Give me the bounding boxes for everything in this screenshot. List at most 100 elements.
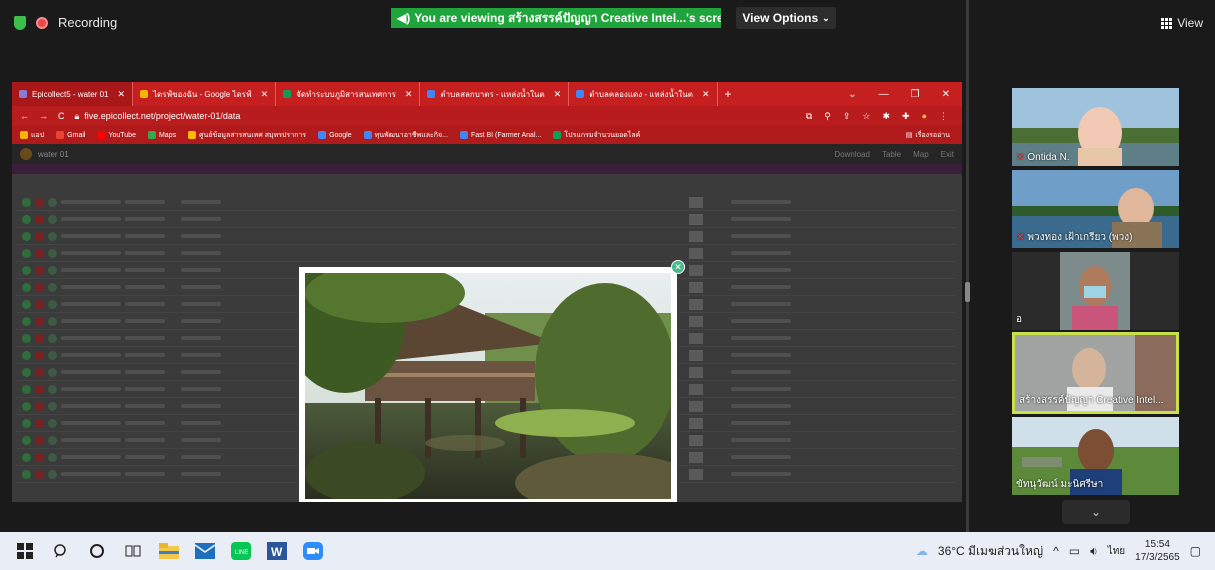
forward-icon[interactable]: → (39, 111, 48, 121)
file-explorer-icon[interactable] (158, 540, 180, 562)
bookmark-maps[interactable]: Maps (147, 131, 176, 139)
cell-placeholder (61, 370, 121, 374)
cell-placeholder (181, 336, 221, 340)
more-icon[interactable]: ⋮ (939, 111, 948, 122)
notifications-icon[interactable]: ▢ (1190, 544, 1201, 558)
close-icon[interactable]: ✕ (117, 89, 125, 100)
volume-icon[interactable]: 🔉︎ (1090, 544, 1098, 559)
view-button[interactable]: View (1161, 16, 1203, 30)
zoom-app-icon[interactable] (302, 540, 324, 562)
bookmark-gmail[interactable]: Gmail (56, 131, 85, 139)
cell-placeholder (61, 319, 121, 323)
participant-tile[interactable]: ✕ พวงทอง เฝ้าเกรียว (พวง) (1012, 170, 1179, 248)
cell-placeholder (731, 285, 791, 289)
clock[interactable]: 15:54 17/3/2565 (1135, 538, 1180, 564)
star-icon[interactable]: ☆ (862, 111, 870, 122)
edit-icon (48, 316, 57, 326)
tab-label: ตำบลคลองแดง - แหล่งน้ำในต (589, 89, 693, 99)
edit-icon (48, 452, 57, 462)
download-button[interactable]: Download (834, 150, 870, 159)
cell-placeholder (181, 387, 221, 391)
edit-icon (48, 469, 57, 479)
close-icon[interactable]: ✕ (261, 89, 269, 100)
bookmark-icon (188, 131, 197, 139)
cortana-icon[interactable] (86, 540, 108, 562)
chevron-down-icon[interactable]: ⌄ (848, 89, 856, 100)
edit-icon (48, 299, 57, 309)
browser-tab[interactable]: Epicollect5 - water 01 ✕ (12, 82, 134, 106)
close-icon[interactable]: ✕ (405, 89, 413, 100)
close-icon[interactable]: ✕ (702, 89, 710, 100)
bookmark-item[interactable]: ศูนย์ข้อมูลสารสนเทศ สมุทรปราการ (188, 130, 306, 141)
cell-placeholder (125, 336, 165, 340)
delete-icon (35, 197, 44, 207)
zoom-icon[interactable]: ⚲ (824, 111, 831, 122)
participant-tile[interactable]: ✕ Ontida N. (1012, 88, 1179, 166)
search-icon[interactable] (50, 540, 72, 562)
bookmark-apps[interactable]: แอป (20, 130, 44, 141)
view-options-button[interactable]: View Options ⌄ (736, 7, 836, 29)
recording-status[interactable]: Recording (14, 15, 117, 30)
url-text: five.epicollect.net/project/water-01/dat… (84, 111, 241, 121)
cell-placeholder (731, 472, 791, 476)
network-icon[interactable]: ▭ (1069, 544, 1080, 558)
task-view-icon[interactable] (122, 540, 144, 562)
browser-tab[interactable]: ตำบลสลกบาตร - แหล่งน้ำในต ✕ (420, 82, 570, 106)
profile-icon[interactable]: ● (922, 111, 927, 122)
reading-list[interactable]: ▤ เรื่องรออ่าน (906, 130, 962, 141)
word-icon[interactable]: W (266, 540, 288, 562)
delete-icon (35, 299, 44, 309)
translate-icon[interactable]: ⧉ (806, 111, 812, 122)
bookmark-youtube[interactable]: YouTube (97, 131, 136, 139)
new-tab-button[interactable]: + (718, 82, 739, 106)
restore-icon[interactable]: ❐ (911, 89, 920, 100)
cell-placeholder (731, 421, 791, 425)
cell-placeholder (125, 285, 165, 289)
close-icon[interactable]: ✕ (554, 89, 562, 100)
image-thumbnail (689, 366, 703, 378)
bookmark-google[interactable]: Google (318, 131, 352, 139)
participant-tile-active-speaker[interactable]: สร้างสรรค์ปัญญา Creative Intel... (1012, 332, 1179, 414)
browser-tab[interactable]: จัดทำระบบภูมิสารสนเทศการ ✕ (276, 82, 421, 106)
clock-time: 15:54 (1144, 539, 1170, 550)
back-icon[interactable]: ← (20, 111, 29, 121)
share-icon[interactable]: ⇪ (843, 111, 851, 122)
participant-tile[interactable]: ขัทนุวัฒน์ มะนิศรีษา (1012, 417, 1179, 495)
view-icon (22, 469, 31, 479)
url-field[interactable]: 🔒︎ five.epicollect.net/project/water-01/… (75, 111, 241, 122)
extension-icon[interactable]: ✱ (882, 111, 890, 122)
image-thumbnail (689, 468, 703, 480)
mic-muted-icon: ✕ (1016, 232, 1025, 243)
chevron-up-icon[interactable]: ^ (1053, 544, 1059, 558)
delete-icon (35, 435, 44, 445)
app-header: water 01 Download Table Map Exit (12, 144, 962, 164)
exit-button[interactable]: Exit (941, 150, 954, 159)
windows-start-icon[interactable] (14, 540, 36, 562)
browser-tab[interactable]: ตำบลคลองแดง - แหล่งน้ำในต ✕ (569, 82, 718, 106)
bookmark-item[interactable]: Fast BI (Farmer Anal... (459, 131, 541, 139)
reload-icon[interactable]: C (58, 111, 65, 121)
line-app-icon[interactable]: LINE (230, 540, 252, 562)
table-button[interactable]: Table (882, 150, 901, 159)
edit-icon (48, 350, 57, 360)
language-indicator[interactable]: ไทย (1108, 544, 1125, 559)
bookmark-item[interactable]: ทุนพัฒนาอาชีพและกิจ... (363, 130, 448, 141)
close-window-icon[interactable]: ✕ (942, 89, 950, 100)
cell-placeholder (125, 319, 165, 323)
scroll-down-button[interactable]: ⌄ (1062, 500, 1130, 524)
sheets-icon (283, 90, 292, 98)
resize-handle[interactable] (965, 282, 970, 302)
view-button-label: View (1177, 16, 1203, 30)
close-icon[interactable]: ✕ (671, 260, 685, 274)
mail-icon[interactable] (194, 540, 216, 562)
cell-placeholder (181, 319, 221, 323)
minimize-icon[interactable]: — (879, 89, 889, 100)
image-thumbnail (689, 264, 703, 276)
weather-text[interactable]: 36°C มีเมฆส่วนใหญ่ (938, 542, 1043, 561)
map-button[interactable]: Map (913, 150, 929, 159)
bookmark-item[interactable]: โปรแกรมจำนวนยอดไลค์ (553, 130, 640, 141)
puzzle-icon[interactable]: ✚ (902, 111, 910, 122)
participant-tile[interactable]: อ (1012, 252, 1179, 330)
cell-placeholder (181, 200, 221, 204)
browser-tab[interactable]: ไดรฟ์ของฉัน - Google ไดรฟ์ ✕ (133, 82, 277, 106)
